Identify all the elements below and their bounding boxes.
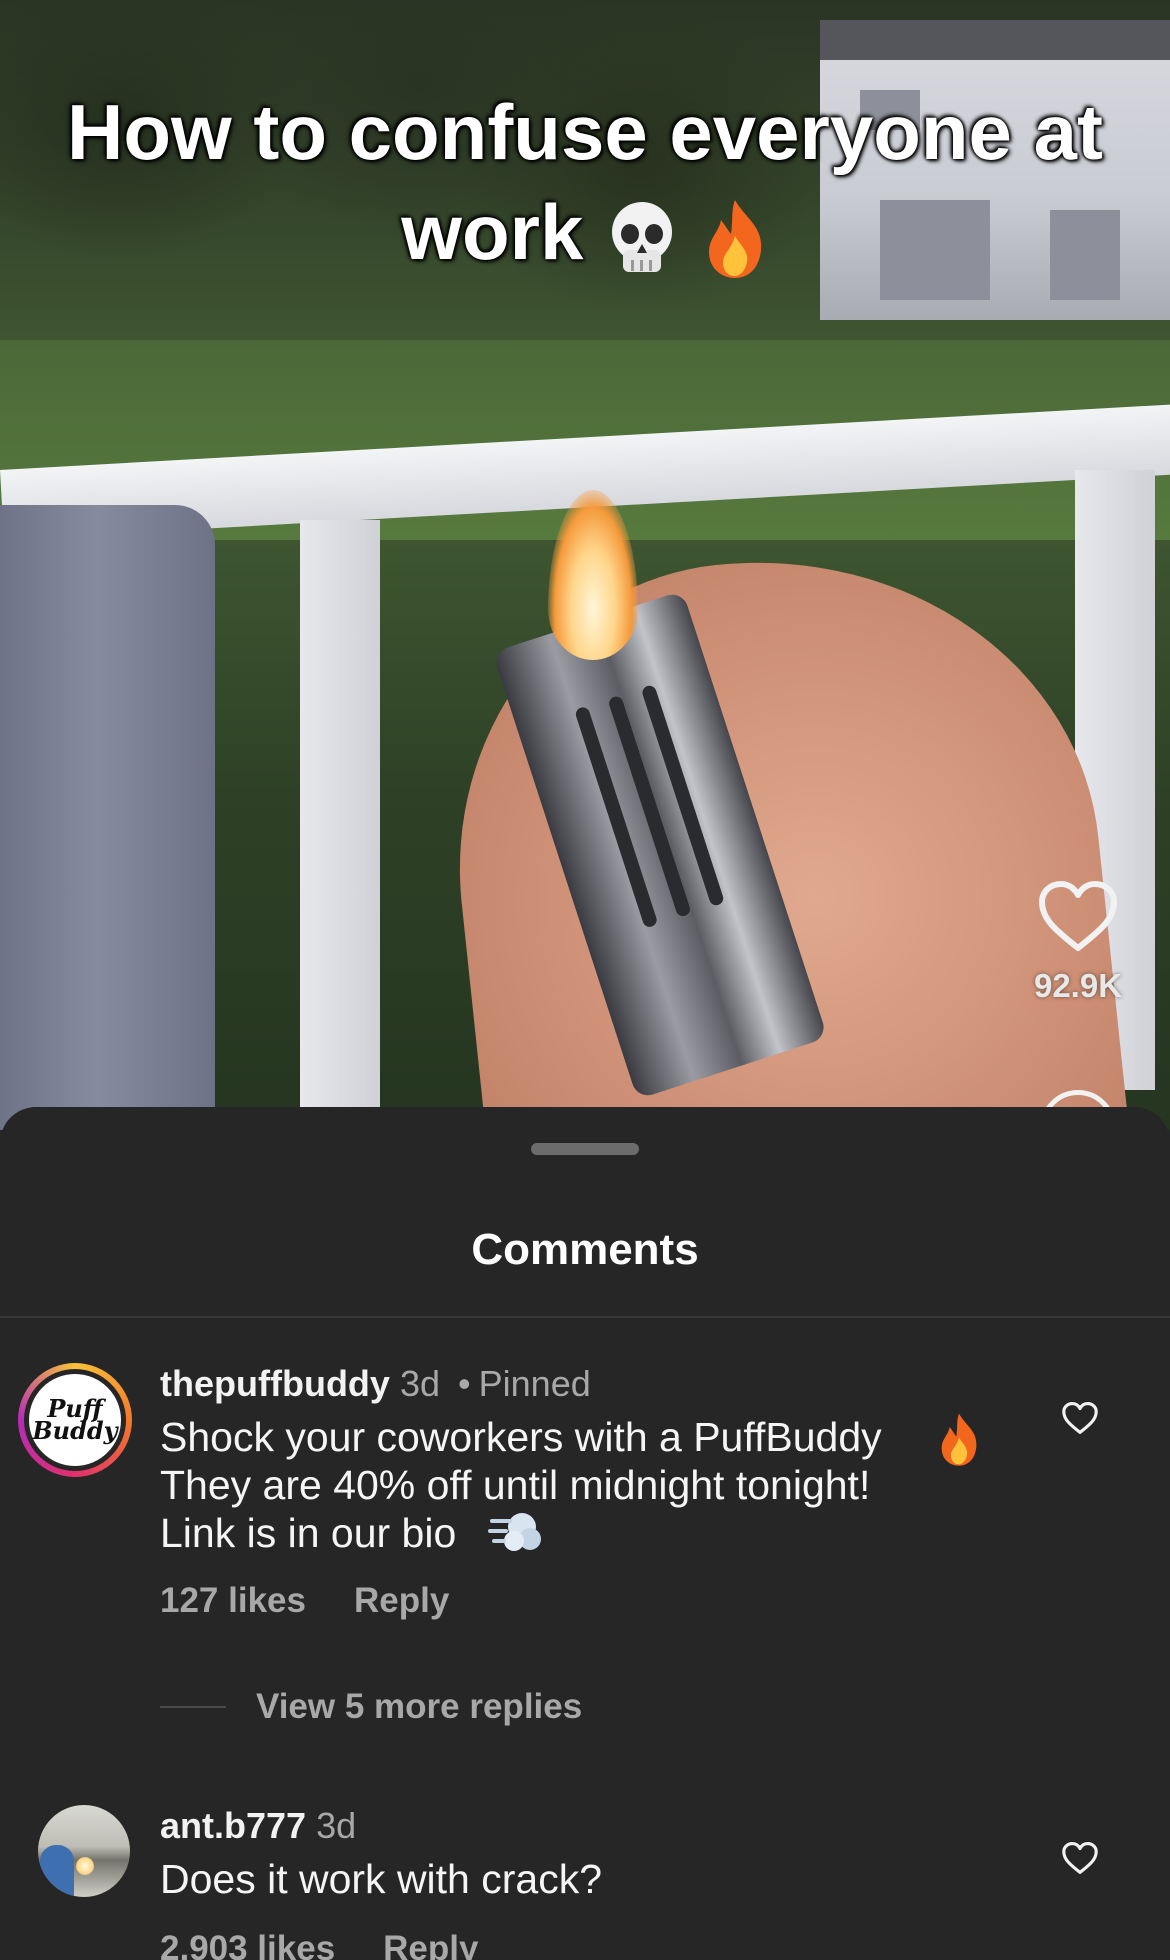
comment-time: 3d xyxy=(316,1805,357,1846)
video-player[interactable]: How to confuse everyone at work 92.9K xyxy=(0,0,1170,1130)
fire-emoji-icon xyxy=(708,200,761,279)
view-more-replies[interactable]: View 5 more replies xyxy=(160,1687,582,1727)
reply-button[interactable]: Reply xyxy=(383,1929,478,1960)
separator-dot: • xyxy=(458,1363,471,1404)
video-like-count: 92.9K xyxy=(1033,967,1123,1004)
like-count[interactable]: 127 likes xyxy=(160,1581,306,1620)
like-count[interactable]: 2,903 likes xyxy=(160,1929,335,1960)
heart-outline-icon[interactable] xyxy=(1062,1401,1098,1435)
puffbuddy-logo: Puff Buddy xyxy=(29,1374,121,1466)
comment-actions: 127 likes Reply xyxy=(160,1581,449,1621)
comment-username[interactable]: ant.b777 xyxy=(160,1805,306,1846)
caption-line-2: work xyxy=(401,188,584,276)
divider xyxy=(0,1316,1170,1318)
skull-emoji-icon xyxy=(612,202,673,273)
fence-post xyxy=(300,520,380,1130)
comment-username[interactable]: thepuffbuddy xyxy=(160,1363,390,1404)
sheet-title: Comments xyxy=(471,1225,699,1274)
video-like-control[interactable]: 92.9K xyxy=(1028,880,1128,1005)
dash-emoji-icon xyxy=(488,1513,541,1551)
screen: How to confuse everyone at work 92.9K Co… xyxy=(0,0,1170,1960)
comment-time: 3d xyxy=(399,1363,441,1404)
comments-sheet: Comments Puff Buddy thepuffbuddy 3d • Pin… xyxy=(0,1107,1170,1960)
comment-text: Does it work with crack? xyxy=(160,1856,603,1902)
sheet-drag-handle[interactable] xyxy=(531,1143,639,1155)
pinned-label: Pinned xyxy=(478,1363,591,1404)
comment-actions: 2,903 likes Reply xyxy=(160,1929,478,1960)
heart-outline-icon[interactable] xyxy=(1038,880,1118,952)
caption-line-1: How to confuse everyone at xyxy=(67,88,1103,176)
comment-text: Shock your coworkers with a PuffBuddy Th… xyxy=(160,1414,882,1556)
video-caption: How to confuse everyone at work xyxy=(0,82,1170,282)
comment-meta: thepuffbuddy 3d • Pinned xyxy=(160,1363,591,1405)
towel xyxy=(0,505,215,1130)
avatar[interactable] xyxy=(38,1805,130,1897)
fire-emoji-icon xyxy=(941,1413,977,1466)
reply-button[interactable]: Reply xyxy=(354,1581,449,1620)
comment-meta: ant.b777 3d xyxy=(160,1805,356,1847)
thread-line xyxy=(160,1706,226,1708)
view-more-replies-label[interactable]: View 5 more replies xyxy=(256,1687,582,1727)
avatar[interactable]: Puff Buddy xyxy=(18,1363,132,1477)
heart-outline-icon[interactable] xyxy=(1062,1841,1098,1875)
